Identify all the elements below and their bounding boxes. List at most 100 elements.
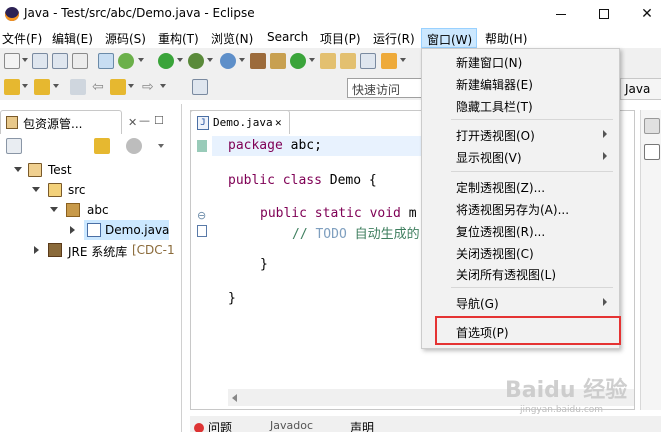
chevron-right-icon[interactable] <box>34 246 39 254</box>
new-java-project-icon[interactable] <box>250 53 266 69</box>
problems-icon <box>194 423 204 432</box>
new-class-icon[interactable] <box>290 53 306 69</box>
menu-item-navigation[interactable]: 导航(G) <box>456 295 499 312</box>
previous-annotation-icon[interactable] <box>34 79 50 95</box>
chevron-down-icon[interactable] <box>50 207 58 212</box>
maximize-button[interactable] <box>594 4 614 24</box>
chevron-down-icon[interactable] <box>207 58 213 62</box>
chevron-down-icon[interactable] <box>158 144 164 148</box>
arrow-right-icon[interactable]: ⇨ <box>142 79 158 95</box>
collapse-all-icon[interactable] <box>6 138 22 154</box>
chevron-down-icon[interactable] <box>22 84 28 88</box>
menu-edit[interactable]: 编辑(E) <box>52 28 93 48</box>
minimize-view-icon[interactable]: — <box>139 114 150 127</box>
chevron-down-icon[interactable] <box>53 84 59 88</box>
menu-item-new-window[interactable]: 新建窗口(N) <box>456 54 522 71</box>
run-icon[interactable] <box>158 53 174 69</box>
menu-help[interactable]: 帮助(H) <box>485 28 527 48</box>
minimize-icon <box>556 13 566 15</box>
coverage-icon[interactable] <box>188 53 204 69</box>
code-line-4[interactable]: // TODO 自动生成的 <box>292 223 420 242</box>
code-line-1[interactable]: package abc; <box>228 138 322 153</box>
tree-item-test[interactable]: Test <box>0 160 180 180</box>
tab-label: Javadoc <box>270 419 313 432</box>
open-folder-icon[interactable] <box>340 53 356 69</box>
focus-icon[interactable] <box>126 138 142 154</box>
menu-run[interactable]: 运行(R) <box>373 28 415 48</box>
maximize-view-icon[interactable]: ☐ <box>154 114 164 127</box>
menu-source[interactable]: 源码(S) <box>105 28 146 48</box>
menu-item-reset-perspective[interactable]: 复位透视图(R)... <box>456 223 545 240</box>
menu-item-save-perspective-as[interactable]: 将透视图另存为(A)... <box>456 201 569 218</box>
code-line-6[interactable]: } <box>228 291 236 306</box>
code-line-2[interactable]: public class Demo { <box>228 173 377 188</box>
link-with-editor-icon[interactable] <box>94 138 110 154</box>
java-file-icon <box>87 223 101 237</box>
editor-tab-demo-java[interactable]: J Demo.java ✕ <box>190 110 290 134</box>
pin-editor-icon[interactable] <box>192 79 208 95</box>
debug-icon[interactable] <box>118 53 134 69</box>
arrow-left-icon[interactable]: ⇦ <box>92 79 108 95</box>
chevron-down-icon[interactable] <box>128 84 134 88</box>
chevron-down-icon[interactable] <box>14 167 22 172</box>
menu-item-show-view[interactable]: 显示视图(V) <box>456 149 522 166</box>
chevron-down-icon[interactable] <box>309 58 315 62</box>
print-icon[interactable] <box>72 53 88 69</box>
menu-project[interactable]: 项目(P) <box>320 28 361 48</box>
tab-problems[interactable]: 问题 <box>194 419 232 432</box>
tree-item-src[interactable]: src <box>0 180 180 200</box>
chevron-down-icon[interactable] <box>160 84 166 88</box>
last-edit-icon[interactable] <box>70 79 86 95</box>
chevron-right-icon[interactable] <box>70 226 75 234</box>
tab-declaration[interactable]: 声明 <box>350 419 374 432</box>
tree-item-jre[interactable]: JRE 系统库 [CDC-1 <box>0 240 180 260</box>
close-icon[interactable]: ✕ <box>128 116 137 129</box>
console-icon[interactable] <box>98 53 114 69</box>
scroll-left-icon[interactable] <box>232 394 237 402</box>
code-line-3[interactable]: public static void m <box>260 206 417 221</box>
outline-icon[interactable] <box>644 144 660 160</box>
tree-item-demo-java[interactable]: Demo.java <box>0 220 180 240</box>
chevron-right-icon <box>603 298 607 306</box>
chevron-down-icon[interactable] <box>32 187 40 192</box>
new-icon[interactable] <box>4 53 20 69</box>
minimize-button[interactable] <box>551 4 571 24</box>
menu-search[interactable]: Search <box>267 28 308 48</box>
menu-item-close-perspective[interactable]: 关闭透视图(C) <box>456 245 534 262</box>
chevron-down-icon[interactable] <box>177 58 183 62</box>
tree-item-label: src <box>68 183 86 197</box>
menu-window[interactable]: 窗口(W) <box>421 28 477 48</box>
chevron-down-icon[interactable] <box>400 58 406 62</box>
code-line-5[interactable]: } <box>260 257 268 272</box>
next-annotation-icon[interactable] <box>4 79 20 95</box>
menu-item-open-perspective[interactable]: 打开透视图(O) <box>456 127 535 144</box>
chevron-down-icon[interactable] <box>239 58 245 62</box>
search-icon[interactable] <box>360 53 376 69</box>
collapse-icon[interactable]: ⊖ <box>197 209 209 222</box>
save-all-icon[interactable] <box>52 53 68 69</box>
close-button[interactable]: ✕ <box>637 4 657 24</box>
menu-item-customize-perspective[interactable]: 定制透视图(Z)... <box>456 179 545 196</box>
menu-refactor[interactable]: 重构(T) <box>158 28 199 48</box>
tab-javadoc[interactable]: Javadoc <box>270 419 313 432</box>
new-package-icon[interactable] <box>270 53 286 69</box>
menu-navigate[interactable]: 浏览(N) <box>211 28 253 48</box>
quick-access-input[interactable]: 快速访问 <box>347 78 429 98</box>
chevron-down-icon[interactable] <box>138 58 144 62</box>
back-icon[interactable] <box>110 79 126 95</box>
close-icon[interactable]: ✕ <box>275 116 282 129</box>
external-tools-icon[interactable] <box>220 53 236 69</box>
menu-item-close-all-perspectives[interactable]: 关闭所有透视图(L) <box>456 266 556 283</box>
package-explorer-tab[interactable]: 包资源管... <box>0 110 122 134</box>
menu-file[interactable]: 文件(F) <box>2 28 42 48</box>
chevron-down-icon[interactable] <box>22 58 28 62</box>
pen-icon[interactable] <box>381 53 397 69</box>
tree-item-abc[interactable]: abc <box>0 200 180 220</box>
menu-item-hide-toolbar[interactable]: 隐藏工具栏(T) <box>456 98 533 115</box>
save-icon[interactable] <box>32 53 48 69</box>
java-perspective-button[interactable]: Java <box>620 78 661 100</box>
restore-icon[interactable] <box>644 118 660 134</box>
open-type-icon[interactable] <box>320 53 336 69</box>
keyword-package: package <box>228 138 283 153</box>
menu-item-new-editor[interactable]: 新建编辑器(E) <box>456 76 533 93</box>
